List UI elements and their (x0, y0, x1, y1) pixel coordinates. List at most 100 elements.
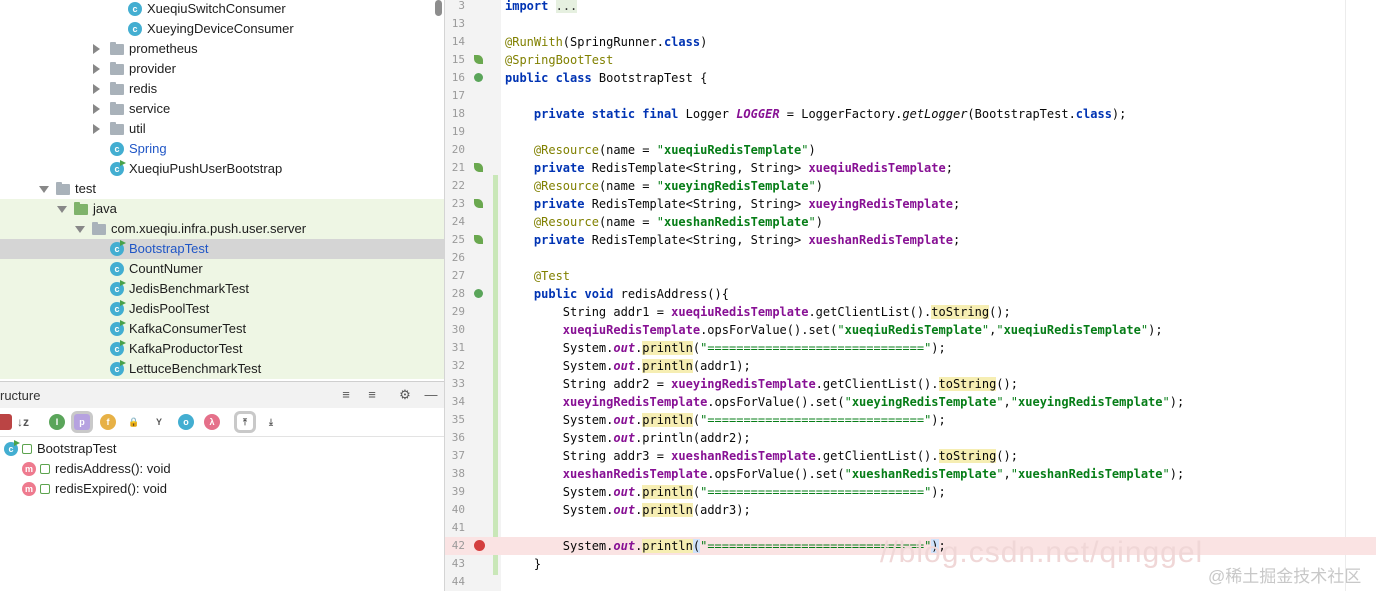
code-editor[interactable]: 3 import ... 13 14 @RunWith(SpringRunner.cla… (445, 0, 1376, 591)
expand-all-icon[interactable]: ≡ (338, 387, 354, 403)
code-line[interactable]: 36 System.out.println(addr2); (445, 429, 1376, 447)
line-number: 21 (451, 161, 465, 174)
code-line[interactable]: 17 (445, 87, 1376, 105)
code-line[interactable]: 23 private RedisTemplate<String, String>… (445, 195, 1376, 213)
code-line[interactable]: 20 @Resource(name = "xueqiuRedisTemplate… (445, 141, 1376, 159)
tree-item[interactable]: test (0, 179, 444, 199)
code-text: @Resource(name = "xueshanRedisTemplate") (533, 215, 823, 229)
code-line[interactable]: 19 (445, 123, 1376, 141)
structure-method[interactable]: m redisExpired(): void (0, 479, 444, 499)
code-line[interactable]: 28 public void redisAddress(){ (445, 285, 1376, 303)
code-line[interactable]: 22 @Resource(name = "xueyingRedisTemplat… (445, 177, 1376, 195)
code-line[interactable]: 25 private RedisTemplate<String, String>… (445, 231, 1376, 249)
tree-item[interactable]: provider (0, 59, 444, 79)
line-number: 29 (451, 305, 465, 318)
line-number: 44 (451, 575, 465, 588)
chevron-right-icon[interactable] (93, 124, 100, 134)
show-non-public-icon[interactable]: 🔒 (126, 414, 142, 430)
tree-item-label: provider (129, 61, 176, 76)
code-text: } (505, 557, 542, 571)
code-line[interactable]: 31 System.out.println("=================… (445, 339, 1376, 357)
code-line[interactable]: 34 xueyingRedisTemplate.opsForValue().se… (445, 393, 1376, 411)
tree-item[interactable]: java (0, 199, 444, 219)
code-line[interactable]: 3 import ... (445, 0, 1376, 15)
run-test-icon[interactable] (474, 73, 483, 82)
tree-item[interactable]: c XueyingDeviceConsumer (0, 19, 444, 39)
chevron-right-icon[interactable] (93, 64, 100, 74)
tree-item[interactable]: c Spring (0, 139, 444, 159)
method-icon: m (22, 482, 36, 496)
code-line[interactable]: 24 @Resource(name = "xueshanRedisTemplat… (445, 213, 1376, 231)
project-scrollbar[interactable] (435, 0, 442, 16)
code-line[interactable]: 18 private static final Logger LOGGER = … (445, 105, 1376, 123)
spring-bean-icon[interactable] (474, 163, 483, 172)
spring-bean-icon[interactable] (474, 235, 483, 244)
code-line[interactable]: 39 System.out.println("=================… (445, 483, 1376, 501)
code-line[interactable]: 15 @SpringBootTest (445, 51, 1376, 69)
code-line[interactable]: 35 System.out.println("=================… (445, 411, 1376, 429)
code-line[interactable]: 21 private RedisTemplate<String, String>… (445, 159, 1376, 177)
show-lambdas-icon[interactable]: o (178, 414, 194, 430)
runnable-class-icon: c (110, 362, 124, 376)
code-line[interactable]: 27 @Test (445, 267, 1376, 285)
gear-icon[interactable]: ⚙ (397, 387, 413, 403)
code-line[interactable]: 16 public class BootstrapTest { (445, 69, 1376, 87)
code-text: String addr2 = xueyingRedisTemplate.getC… (505, 377, 1018, 391)
code-line[interactable]: 13 (445, 15, 1376, 33)
tree-item[interactable]: c CountNumer (0, 259, 444, 279)
code-line[interactable]: 37 String addr3 = xueshanRedisTemplate.g… (445, 447, 1376, 465)
tree-item[interactable]: c KafkaProductorTest (0, 339, 444, 359)
code-text: xueyingRedisTemplate.opsForValue().set("… (562, 395, 1185, 409)
chevron-down-icon[interactable] (75, 226, 85, 233)
show-properties-icon[interactable]: p (74, 414, 90, 430)
chevron-down-icon[interactable] (39, 186, 49, 193)
tree-item[interactable]: c KafkaConsumerTest (0, 319, 444, 339)
code-line[interactable]: 30 xueqiuRedisTemplate.opsForValue().set… (445, 321, 1376, 339)
structure-method[interactable]: m redisAddress(): void (0, 459, 444, 479)
code-line[interactable]: 26 (445, 249, 1376, 267)
line-number: 27 (451, 269, 465, 282)
code-line[interactable]: 14 @RunWith(SpringRunner.class) (445, 33, 1376, 51)
tree-item[interactable]: c XueqiuPushUserBootstrap (0, 159, 444, 179)
show-anonymous-icon[interactable]: Y (151, 414, 167, 430)
run-test-icon[interactable] (474, 289, 483, 298)
autoscroll-from-source-icon[interactable]: ⤓ (263, 414, 279, 430)
collapse-all-icon[interactable]: ≡ (364, 387, 380, 403)
tree-item[interactable]: com.xueqiu.infra.push.user.server (0, 219, 444, 239)
tree-item[interactable]: c JedisBenchmarkTest (0, 279, 444, 299)
chevron-down-icon[interactable] (57, 206, 67, 213)
blog-watermark: //blog.csdn.net/qinggel (880, 536, 1204, 569)
tree-item[interactable]: c XueqiuSwitchConsumer (0, 0, 444, 19)
code-line[interactable]: 32 System.out.println(addr1); (445, 357, 1376, 375)
autoscroll-to-source-icon[interactable]: ⤒ (237, 414, 253, 430)
code-line[interactable]: 38 xueshanRedisTemplate.opsForValue().se… (445, 465, 1376, 483)
sort-visibility-icon[interactable] (0, 414, 12, 430)
spring-bean-icon[interactable] (474, 199, 483, 208)
code-line[interactable]: 40 System.out.println(addr3); (445, 501, 1376, 519)
tree-item[interactable]: service (0, 99, 444, 119)
tree-item-label: CountNumer (129, 261, 203, 276)
chevron-right-icon[interactable] (93, 44, 100, 54)
lambda-icon[interactable]: λ (204, 414, 220, 430)
chevron-right-icon[interactable] (93, 84, 100, 94)
spring-bean-icon[interactable] (474, 55, 483, 64)
tree-item[interactable]: c JedisPoolTest (0, 299, 444, 319)
show-inherited-icon[interactable]: I (49, 414, 65, 430)
hide-panel-icon[interactable]: — (423, 387, 439, 403)
code-line[interactable]: 29 String addr1 = xueqiuRedisTemplate.ge… (445, 303, 1376, 321)
tree-item[interactable]: prometheus (0, 39, 444, 59)
tree-item[interactable]: c BootstrapTest (0, 239, 444, 259)
structure-root[interactable]: c BootstrapTest (0, 439, 444, 459)
code-line[interactable]: 41 (445, 519, 1376, 537)
runnable-class-icon: c (110, 242, 124, 256)
chevron-right-icon[interactable] (93, 104, 100, 114)
code-text: System.out.println("====================… (505, 341, 946, 355)
breakpoint-icon[interactable] (474, 540, 485, 551)
folder-icon (110, 102, 124, 115)
code-line[interactable]: 33 String addr2 = xueyingRedisTemplate.g… (445, 375, 1376, 393)
tree-item[interactable]: redis (0, 79, 444, 99)
show-fields-icon[interactable]: f (100, 414, 116, 430)
tree-item[interactable]: c LettuceBenchmarkTest (0, 359, 444, 379)
sort-alpha-icon[interactable]: ↓z (15, 414, 31, 430)
tree-item[interactable]: util (0, 119, 444, 139)
